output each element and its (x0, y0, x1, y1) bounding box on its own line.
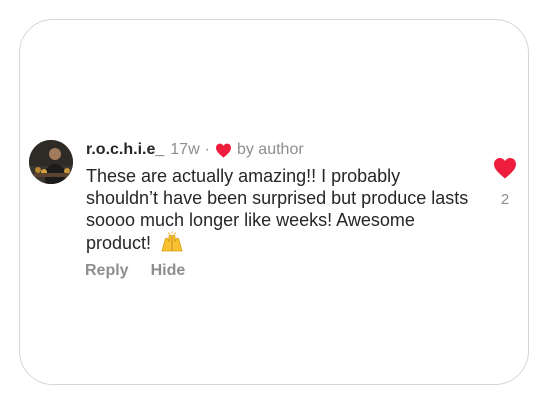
timestamp: 17w (170, 141, 200, 158)
raising-hands-icon (161, 231, 183, 252)
username[interactable]: r.o.c.h.i.e_ (86, 140, 164, 160)
heart-icon (215, 143, 231, 158)
avatar[interactable] (29, 140, 73, 184)
like-count: 2 (500, 191, 510, 208)
comment: r.o.c.h.i.e_ 17w · by author These are a… (86, 140, 476, 254)
comment-text: These are actually amazing!! I probably … (86, 166, 469, 253)
comment-text-block: These are actually amazing!! I probably … (86, 165, 476, 254)
hide-button[interactable]: Hide (151, 262, 186, 280)
like-heart-icon[interactable] (493, 157, 517, 179)
liked-by-author-label: by author (236, 141, 304, 158)
comment-meta: r.o.c.h.i.e_ 17w · by author (86, 140, 476, 160)
reply-button[interactable]: Reply (85, 262, 129, 280)
comment-actions: Reply Hide (85, 262, 185, 280)
separator: · (204, 141, 210, 158)
